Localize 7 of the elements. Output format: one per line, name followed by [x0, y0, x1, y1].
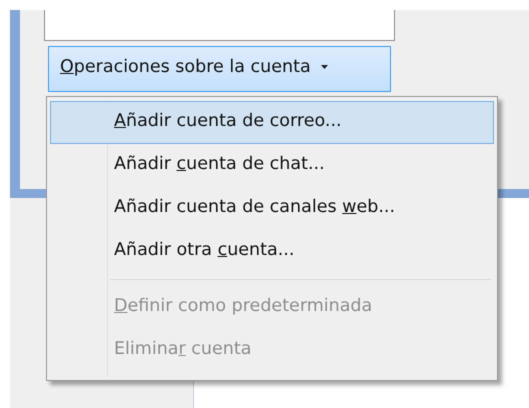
- account-operations-button[interactable]: Operaciones sobre la cuenta: [48, 46, 391, 92]
- caret-icon: [320, 65, 328, 69]
- menu-item[interactable]: Añadir otra cuenta...: [50, 230, 494, 273]
- menu-item[interactable]: Añadir cuenta de canales web...: [50, 187, 494, 230]
- account-list[interactable]: [44, 10, 395, 41]
- menu-item[interactable]: Añadir cuenta de chat...: [50, 144, 494, 187]
- menu-item[interactable]: Añadir cuenta de correo...: [50, 101, 494, 144]
